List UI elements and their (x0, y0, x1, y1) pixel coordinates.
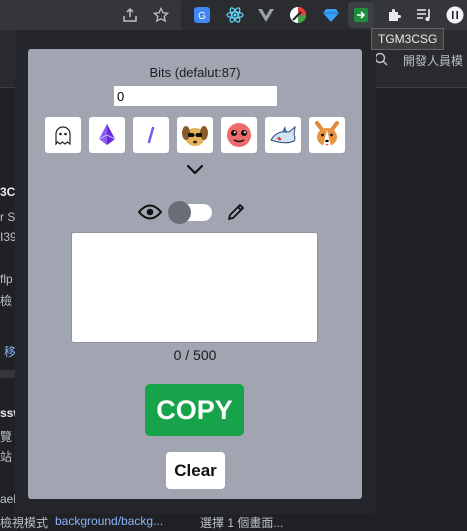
share-icon[interactable] (119, 4, 141, 26)
bg-fragment: 覽 (0, 430, 13, 444)
profile-icon[interactable] (444, 4, 466, 26)
gem-icon[interactable] (320, 4, 342, 26)
extensions-puzzle-icon[interactable] (384, 4, 406, 26)
search-icon[interactable] (374, 52, 388, 66)
bg-trailing-text: 選擇 1 個畫面... (200, 516, 284, 530)
popup-card: Bits (defalut:87) 0 0 / 500 COPY Clear (28, 49, 362, 499)
corgi-emote[interactable] (309, 117, 345, 153)
developer-tools-label: 開發人員模 (403, 54, 464, 68)
svg-text:G: G (198, 11, 206, 22)
bg-fragment: 檢 (0, 294, 13, 308)
react-icon[interactable] (224, 4, 246, 26)
purple-gem-emote[interactable] (89, 117, 125, 153)
extension-tooltip: TGM3CSG (371, 28, 445, 50)
color-extension-icon[interactable] (287, 4, 309, 26)
eye-icon[interactable] (137, 203, 163, 221)
bg-link[interactable]: background/backg... (55, 514, 163, 528)
toggle-knob (168, 201, 191, 224)
dog-with-glasses-emote[interactable] (177, 117, 213, 153)
bits-label: Bits (defalut:87) (149, 65, 241, 80)
bg-divider (0, 370, 15, 378)
mode-toggle[interactable] (168, 201, 212, 224)
message-input[interactable] (71, 232, 318, 343)
browser-toolbar: G (0, 0, 467, 30)
tgm-extension-icon[interactable] (348, 2, 374, 28)
bits-input[interactable] (114, 86, 277, 106)
media-controls-icon[interactable] (414, 4, 436, 26)
bg-fragment: r S (0, 210, 16, 224)
character-counter: 0 / 500 (173, 347, 217, 363)
preview-edit-controls (137, 201, 258, 224)
shark-emote[interactable] (265, 117, 301, 153)
star-icon[interactable] (150, 4, 172, 26)
bg-fragment: 3C (0, 185, 16, 199)
pencil-icon[interactable] (226, 202, 246, 222)
clear-button[interactable]: Clear (166, 452, 225, 489)
bg-fragment: flp (0, 272, 13, 286)
copy-button[interactable]: COPY (145, 384, 244, 436)
vue-icon[interactable] (255, 4, 277, 26)
bg-fragment: 檢視模式 (0, 516, 49, 530)
ghost-emote[interactable] (45, 117, 81, 153)
bg-fragment: 站 (0, 450, 13, 464)
red-blob-emote[interactable] (221, 117, 257, 153)
translate-icon[interactable]: G (191, 4, 213, 26)
slash-emote[interactable] (133, 117, 169, 153)
chevron-down-icon[interactable] (186, 163, 204, 175)
emote-row (45, 117, 345, 153)
